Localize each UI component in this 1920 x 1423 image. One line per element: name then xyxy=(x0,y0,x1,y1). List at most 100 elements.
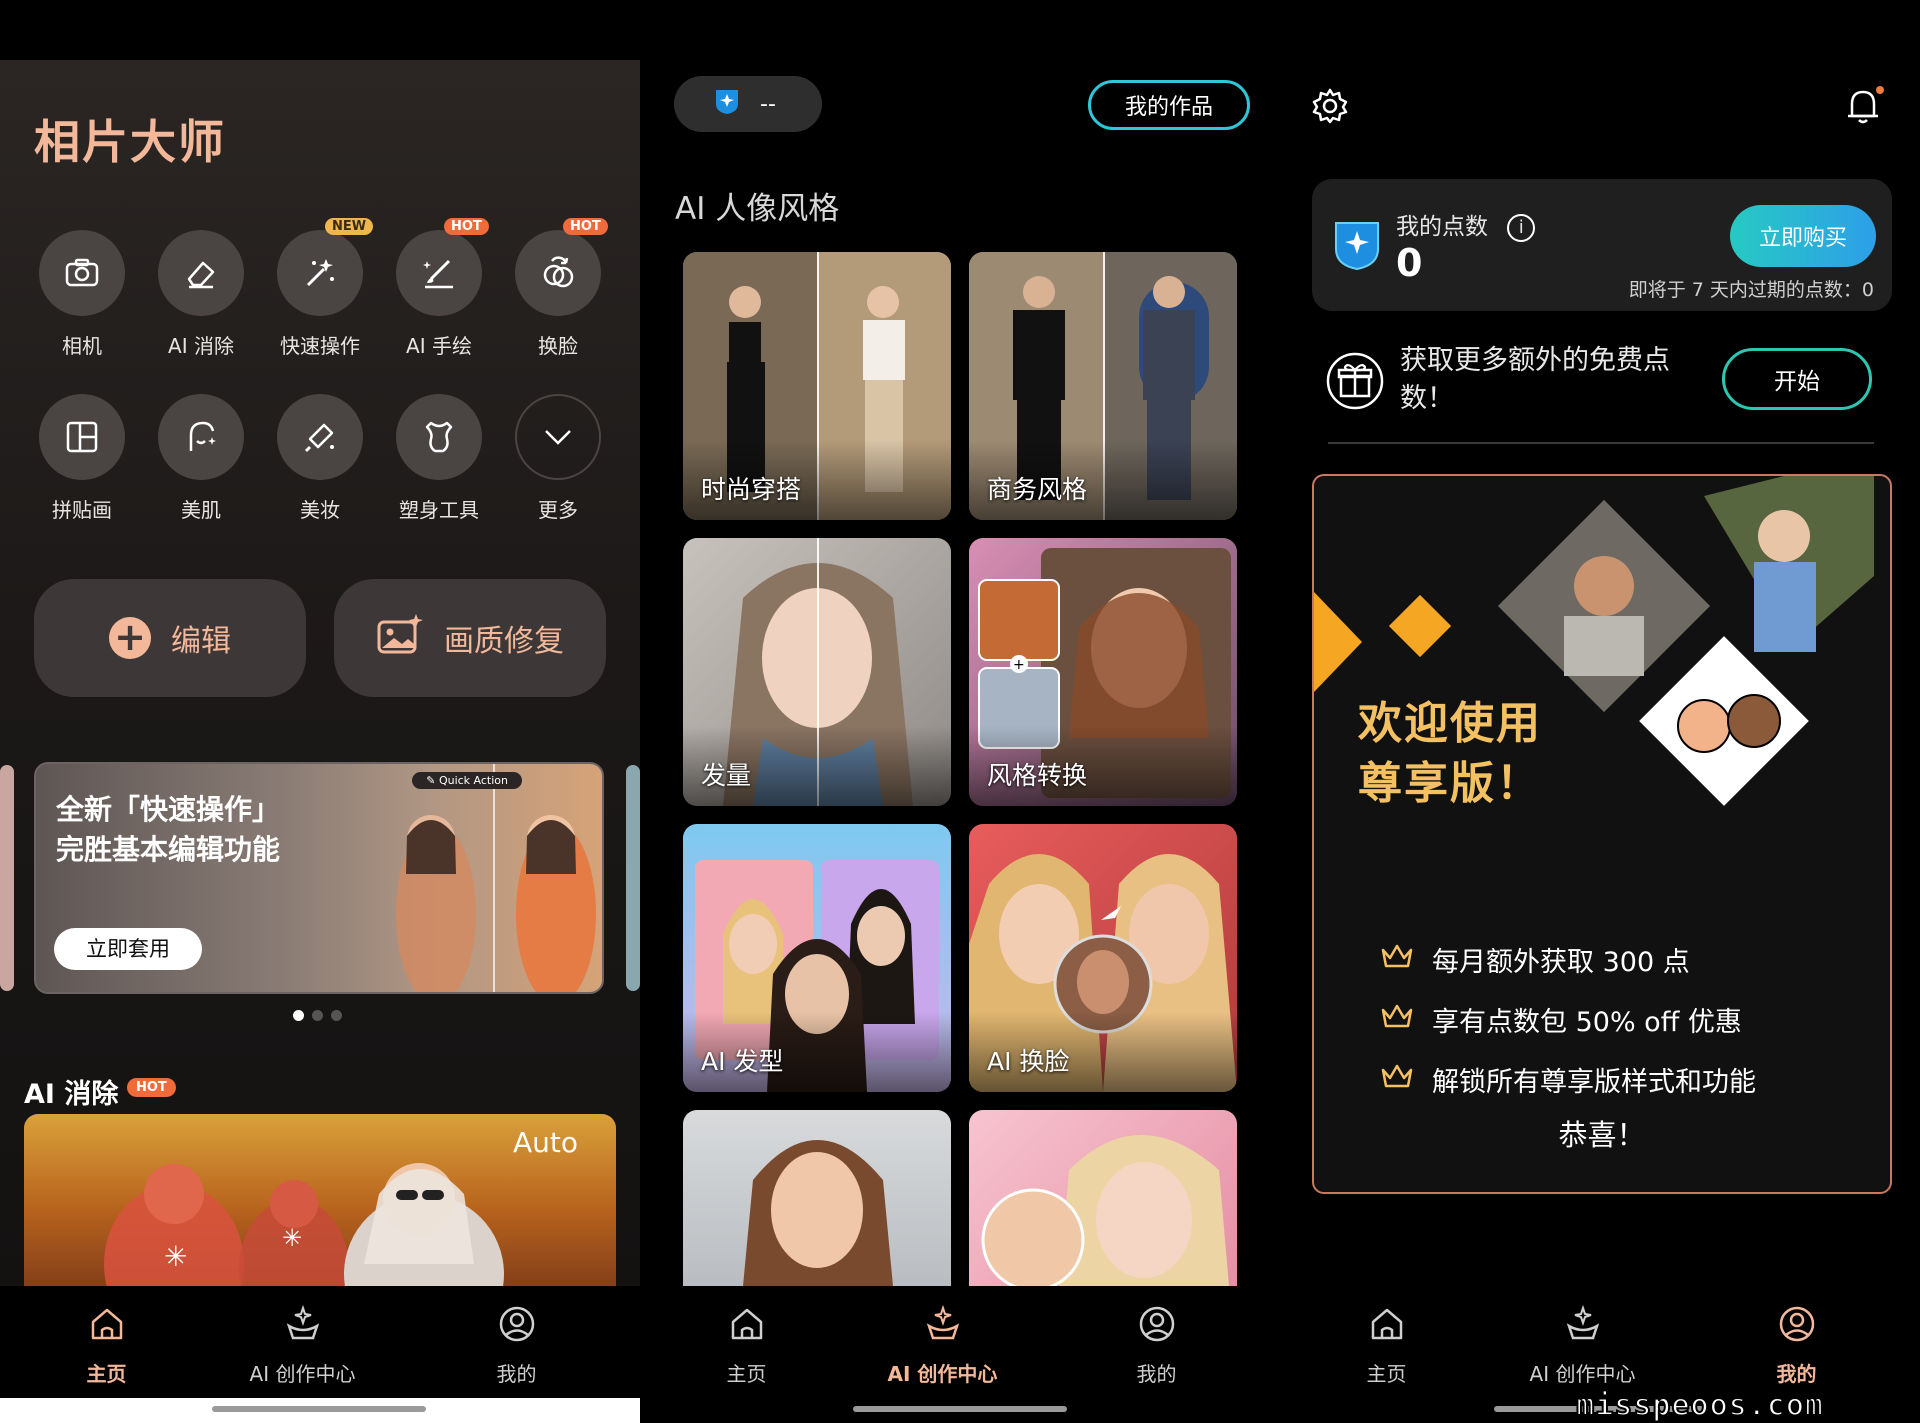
home-indicator[interactable] xyxy=(212,1406,426,1412)
tool-label: AI 消除 xyxy=(168,334,234,358)
my-works-button[interactable]: 我的作品 xyxy=(1088,80,1250,130)
nav-label: 主页 xyxy=(86,1362,127,1386)
portrait-photo xyxy=(743,1140,893,1286)
settings-gear-icon[interactable] xyxy=(1310,86,1350,130)
nav-home[interactable]: 主页 xyxy=(640,1296,853,1387)
edit-button[interactable]: + 编辑 xyxy=(34,579,306,697)
status-bar xyxy=(0,0,640,60)
ai-erase-preview[interactable]: ✳ ✳ Auto xyxy=(24,1114,616,1286)
nav-label: 我的 xyxy=(496,1362,537,1386)
congrats-text: 恭喜！ xyxy=(1558,1118,1646,1152)
points-label-text: 我的点数 xyxy=(1396,214,1488,240)
card-label: 发量 xyxy=(701,761,752,790)
apply-now-button[interactable]: 立即套用 xyxy=(54,928,202,970)
quick-action-pill: ✎ Quick Action xyxy=(412,772,522,789)
coin-balance-pill[interactable]: -- xyxy=(674,76,822,132)
face-swap-icon xyxy=(515,230,601,316)
style-card-fashion[interactable]: 时尚穿搭 xyxy=(683,252,951,520)
magic-wand-icon xyxy=(277,230,363,316)
brush-icon xyxy=(396,230,482,316)
user-icon xyxy=(1050,1296,1263,1352)
auto-label: Auto xyxy=(512,1126,578,1159)
style-card-style-transfer[interactable]: + 风格转换 xyxy=(969,538,1237,806)
buy-now-button[interactable]: 立即购买 xyxy=(1730,205,1876,267)
nav-ai-center[interactable]: AI 创作中心 xyxy=(836,1296,1049,1387)
quick-action-pill-text: Quick Action xyxy=(438,774,508,787)
svg-text:+: + xyxy=(1013,657,1025,673)
user-icon xyxy=(410,1296,623,1352)
bottom-nav: 主页 AI 创作中心 我的 xyxy=(0,1286,640,1398)
nav-mine[interactable]: 我的 xyxy=(1050,1296,1263,1387)
coin-value: -- xyxy=(760,91,776,117)
edit-label: 编辑 xyxy=(171,624,231,659)
user-icon xyxy=(1690,1296,1903,1352)
carousel-dot[interactable] xyxy=(331,1010,342,1021)
notification-bell-icon[interactable] xyxy=(1842,84,1886,132)
tool-makeup[interactable]: 美妆 xyxy=(265,394,375,523)
collage-icon xyxy=(39,394,125,480)
benefit-text: 享有点数包 50% off 优惠 xyxy=(1432,1007,1742,1038)
start-button[interactable]: 开始 xyxy=(1722,348,1872,410)
tool-collage[interactable]: 拼贴画 xyxy=(27,394,137,523)
nav-ai-center[interactable]: AI 创作中心 xyxy=(1476,1296,1689,1387)
style-card-beauty[interactable] xyxy=(969,1110,1237,1286)
restore-quality-button[interactable]: 画质修复 xyxy=(334,579,606,697)
tool-body-shape[interactable]: 塑身工具 xyxy=(384,394,494,523)
tool-ai-erase[interactable]: AI 消除 xyxy=(146,230,256,359)
style-card-ai-face-swap[interactable]: AI 换脸 xyxy=(969,824,1237,1092)
style-card-business[interactable]: 商务风格 xyxy=(969,252,1237,520)
tool-camera[interactable]: 相机 xyxy=(27,230,137,359)
svg-text:✳: ✳ xyxy=(164,1240,187,1273)
benefit-item: 解锁所有尊享版样式和功能 xyxy=(1380,1060,1756,1099)
tool-face-swap[interactable]: HOT 换脸 xyxy=(503,218,613,359)
nav-mine[interactable]: 我的 xyxy=(410,1296,623,1387)
gift-icon xyxy=(1326,352,1384,414)
nav-mine[interactable]: 我的 xyxy=(1690,1296,1903,1387)
banner-title: 全新「快速操作」 完胜基本编辑功能 xyxy=(56,790,280,870)
home-screen: 相片大师 相机 AI 消除 NEW 快速操作 HOT AI 手绘 HOT 换脸 xyxy=(0,0,640,1423)
premium-welcome-card: 欢迎使用 尊享版！ 每月额外获取 300 点 享有点数包 50% off 优惠 … xyxy=(1312,474,1892,1194)
crown-icon xyxy=(1380,942,1414,977)
tool-quick-action[interactable]: NEW 快速操作 xyxy=(265,218,375,359)
home-icon xyxy=(0,1296,213,1352)
carousel-dot[interactable] xyxy=(312,1010,323,1021)
tool-more[interactable]: 更多 xyxy=(503,394,613,523)
tool-label: 更多 xyxy=(538,498,578,522)
nav-ai-center[interactable]: AI 创作中心 xyxy=(196,1296,409,1387)
tool-label: 快速操作 xyxy=(280,334,360,358)
points-label: 我的点数 i xyxy=(1396,207,1536,242)
carousel-dot[interactable] xyxy=(293,1010,304,1021)
benefit-text: 每月额外获取 300 点 xyxy=(1432,947,1690,978)
eraser-icon xyxy=(158,230,244,316)
home-icon xyxy=(1280,1296,1493,1352)
carousel-prev-card[interactable] xyxy=(0,765,14,991)
hot-badge: HOT xyxy=(444,218,489,235)
points-card: 我的点数 i 0 立即购买 即将于 7 天内过期的点数：0 xyxy=(1312,179,1892,311)
style-card-portrait[interactable] xyxy=(683,1110,951,1286)
crown-icon xyxy=(1380,1002,1414,1037)
nav-home[interactable]: 主页 xyxy=(1280,1296,1493,1387)
tool-label: 美肌 xyxy=(181,498,221,522)
nav-label: AI 创作中心 xyxy=(249,1362,356,1386)
divider xyxy=(1328,442,1874,444)
style-card-hair-volume[interactable]: 发量 xyxy=(683,538,951,806)
welcome-line2: 尊享版！ xyxy=(1358,758,1542,809)
style-card-ai-hairstyle[interactable]: AI 发型 xyxy=(683,824,951,1092)
ai-magic-hat-icon xyxy=(196,1296,409,1352)
quick-action-banner[interactable]: 全新「快速操作」 完胜基本编辑功能 ✎ Quick Action 立即套用 xyxy=(34,762,604,994)
profile-screen: 我的点数 i 0 立即购买 即将于 7 天内过期的点数：0 获取更多额外的免费点… xyxy=(1280,0,1920,1423)
home-indicator[interactable] xyxy=(853,1406,1067,1412)
card-label: 商务风格 xyxy=(987,475,1088,504)
nav-home[interactable]: 主页 xyxy=(0,1296,213,1387)
plus-icon: + xyxy=(109,617,151,659)
tool-skin[interactable]: 美肌 xyxy=(146,394,256,523)
info-icon[interactable]: i xyxy=(1507,213,1536,242)
carousel-next-card[interactable] xyxy=(626,765,640,991)
image-enhance-icon xyxy=(376,612,424,664)
nav-label: 主页 xyxy=(726,1362,767,1386)
tool-ai-drawing[interactable]: HOT AI 手绘 xyxy=(384,218,494,359)
body-shape-icon xyxy=(396,394,482,480)
ai-creation-screen: -- 我的作品 AI 人像风格 时尚穿搭 商务风格 发量 + 风格转换 AI 发… xyxy=(640,0,1280,1423)
restore-label: 画质修复 xyxy=(444,624,564,659)
nav-label: AI 创作中心 xyxy=(887,1362,998,1386)
